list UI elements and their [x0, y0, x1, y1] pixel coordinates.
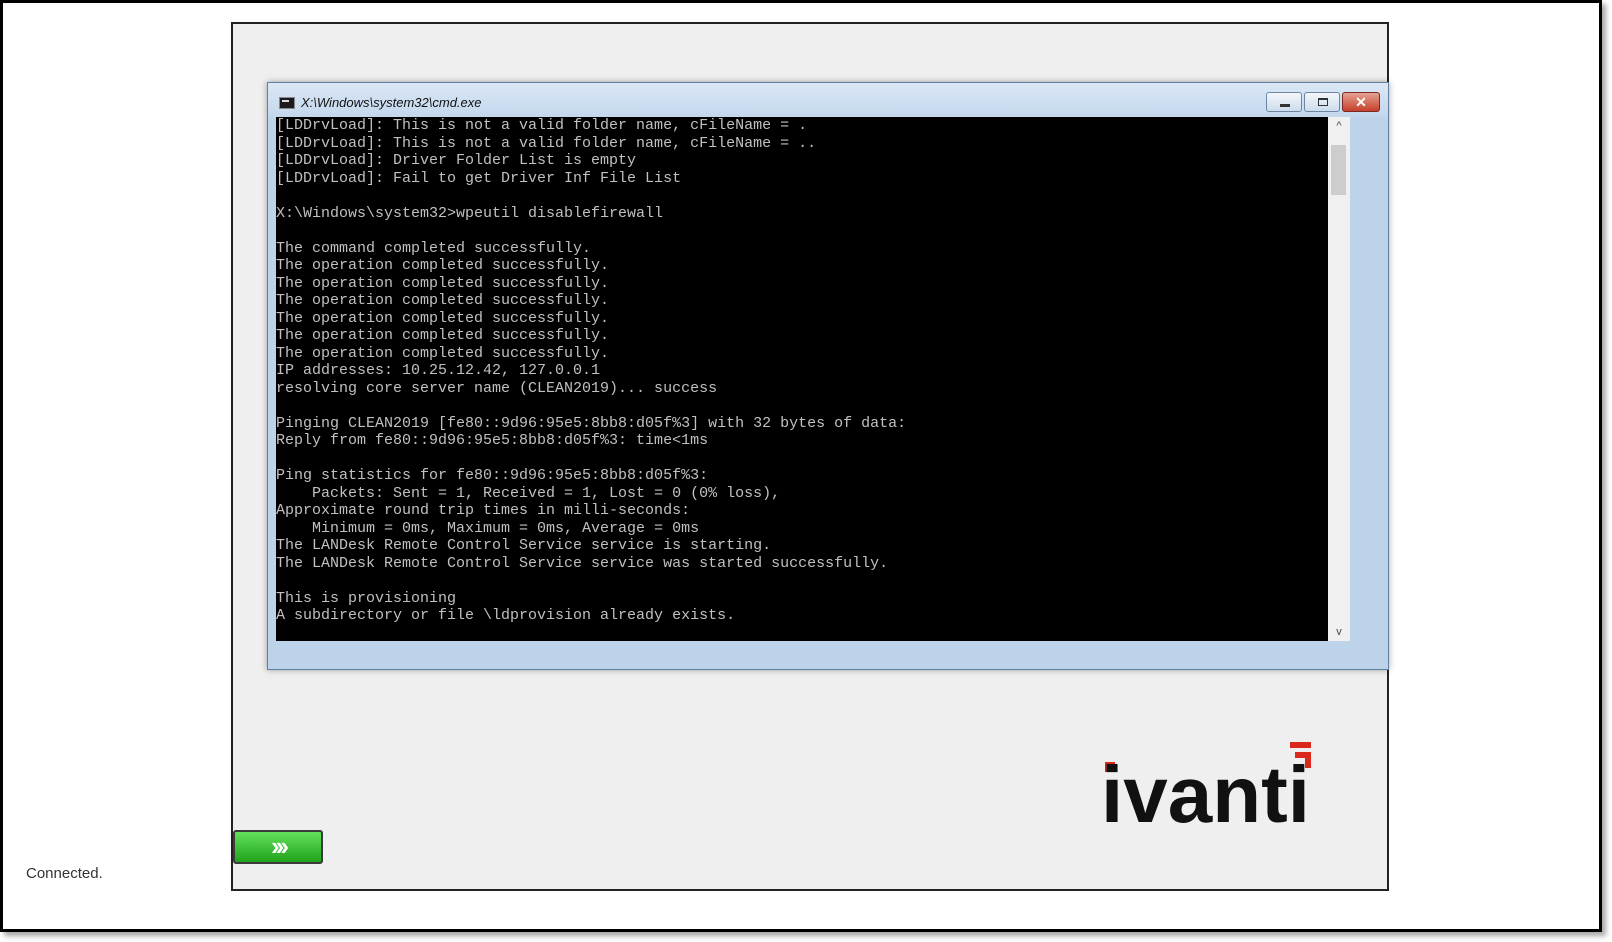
console-line: This is provisioning	[276, 589, 457, 607]
console-line: Minimum = 0ms, Maximum = 0ms, Average = …	[276, 519, 700, 537]
console-line: The operation completed successfully.	[276, 344, 610, 362]
console-line: The operation completed successfully.	[276, 292, 610, 309]
console-line: The command completed successfully.	[276, 239, 592, 257]
console-line: Pinging CLEAN2019 [fe80::9d96:95e5:8bb8:…	[276, 414, 907, 432]
console-line: The LANDesk Remote Control Service servi…	[276, 537, 772, 554]
console-line: Ping statistics for fe80::9d96:95e5:8bb8…	[276, 467, 709, 484]
console-line: A subdirectory or file \ldprovision alre…	[276, 607, 736, 624]
scroll-down-icon[interactable]: v	[1328, 623, 1350, 641]
minimize-button[interactable]	[1266, 92, 1302, 112]
console-line: [LDDrvLoad]: This is not a valid folder …	[276, 134, 817, 152]
console-scrollbar[interactable]: ^ v	[1328, 117, 1350, 641]
console-line: The operation completed successfully.	[276, 309, 610, 327]
console-line: The operation completed successfully.	[276, 274, 610, 292]
close-button[interactable]: ✕	[1342, 92, 1380, 112]
console-line: Reply from fe80::9d96:95e5:8bb8:d05f%3: …	[276, 432, 709, 449]
brand-wordmark: ivanti	[1101, 750, 1310, 830]
console-line: resolving core server name (CLEAN2019)..…	[276, 379, 718, 397]
connection-status: Connected.	[26, 865, 103, 882]
minimize-icon	[1280, 104, 1290, 107]
console-line: [LDDrvLoad]: This is not a valid folder …	[276, 117, 808, 134]
close-icon: ✕	[1355, 94, 1367, 110]
console-line: Packets: Sent = 1, Received = 1, Lost = …	[276, 484, 781, 502]
maximize-button[interactable]	[1304, 92, 1340, 112]
console-line: [LDDrvLoad]: Driver Folder List is empty	[276, 152, 637, 169]
logo-accent-bar	[1290, 742, 1311, 748]
console-line: [LDDrvLoad]: Fail to get Driver Inf File…	[276, 169, 682, 187]
remote-viewer-frame: X:\Windows\system32\cmd.exe ✕ [LDDrvLoad…	[0, 0, 1602, 932]
console-icon	[279, 97, 295, 109]
console-line: The operation completed successfully.	[276, 327, 610, 344]
scroll-up-icon[interactable]: ^	[1328, 117, 1350, 135]
maximize-icon	[1318, 98, 1328, 106]
console-line: The operation completed successfully.	[276, 257, 610, 274]
remote-screen: X:\Windows\system32\cmd.exe ✕ [LDDrvLoad…	[231, 22, 1389, 891]
window-title: X:\Windows\system32\cmd.exe	[301, 95, 482, 110]
console-line: IP addresses: 10.25.12.42, 127.0.0.1	[276, 362, 601, 379]
console-line: The LANDesk Remote Control Service servi…	[276, 554, 889, 572]
ivanti-logo: ivanti	[1101, 742, 1311, 830]
cmd-titlebar[interactable]: X:\Windows\system32\cmd.exe ✕	[268, 83, 1388, 117]
cmd-window[interactable]: X:\Windows\system32\cmd.exe ✕ [LDDrvLoad…	[267, 82, 1389, 670]
console-line: X:\Windows\system32>wpeutil disablefirew…	[276, 204, 664, 222]
scroll-thumb[interactable]	[1331, 145, 1346, 195]
console-output[interactable]: [LDDrvLoad]: This is not a valid folder …	[276, 117, 1328, 641]
console-line: Approximate round trip times in milli-se…	[276, 502, 691, 519]
next-button[interactable]: ›››	[233, 830, 323, 864]
chevrons-right-icon: ›››	[271, 831, 289, 861]
